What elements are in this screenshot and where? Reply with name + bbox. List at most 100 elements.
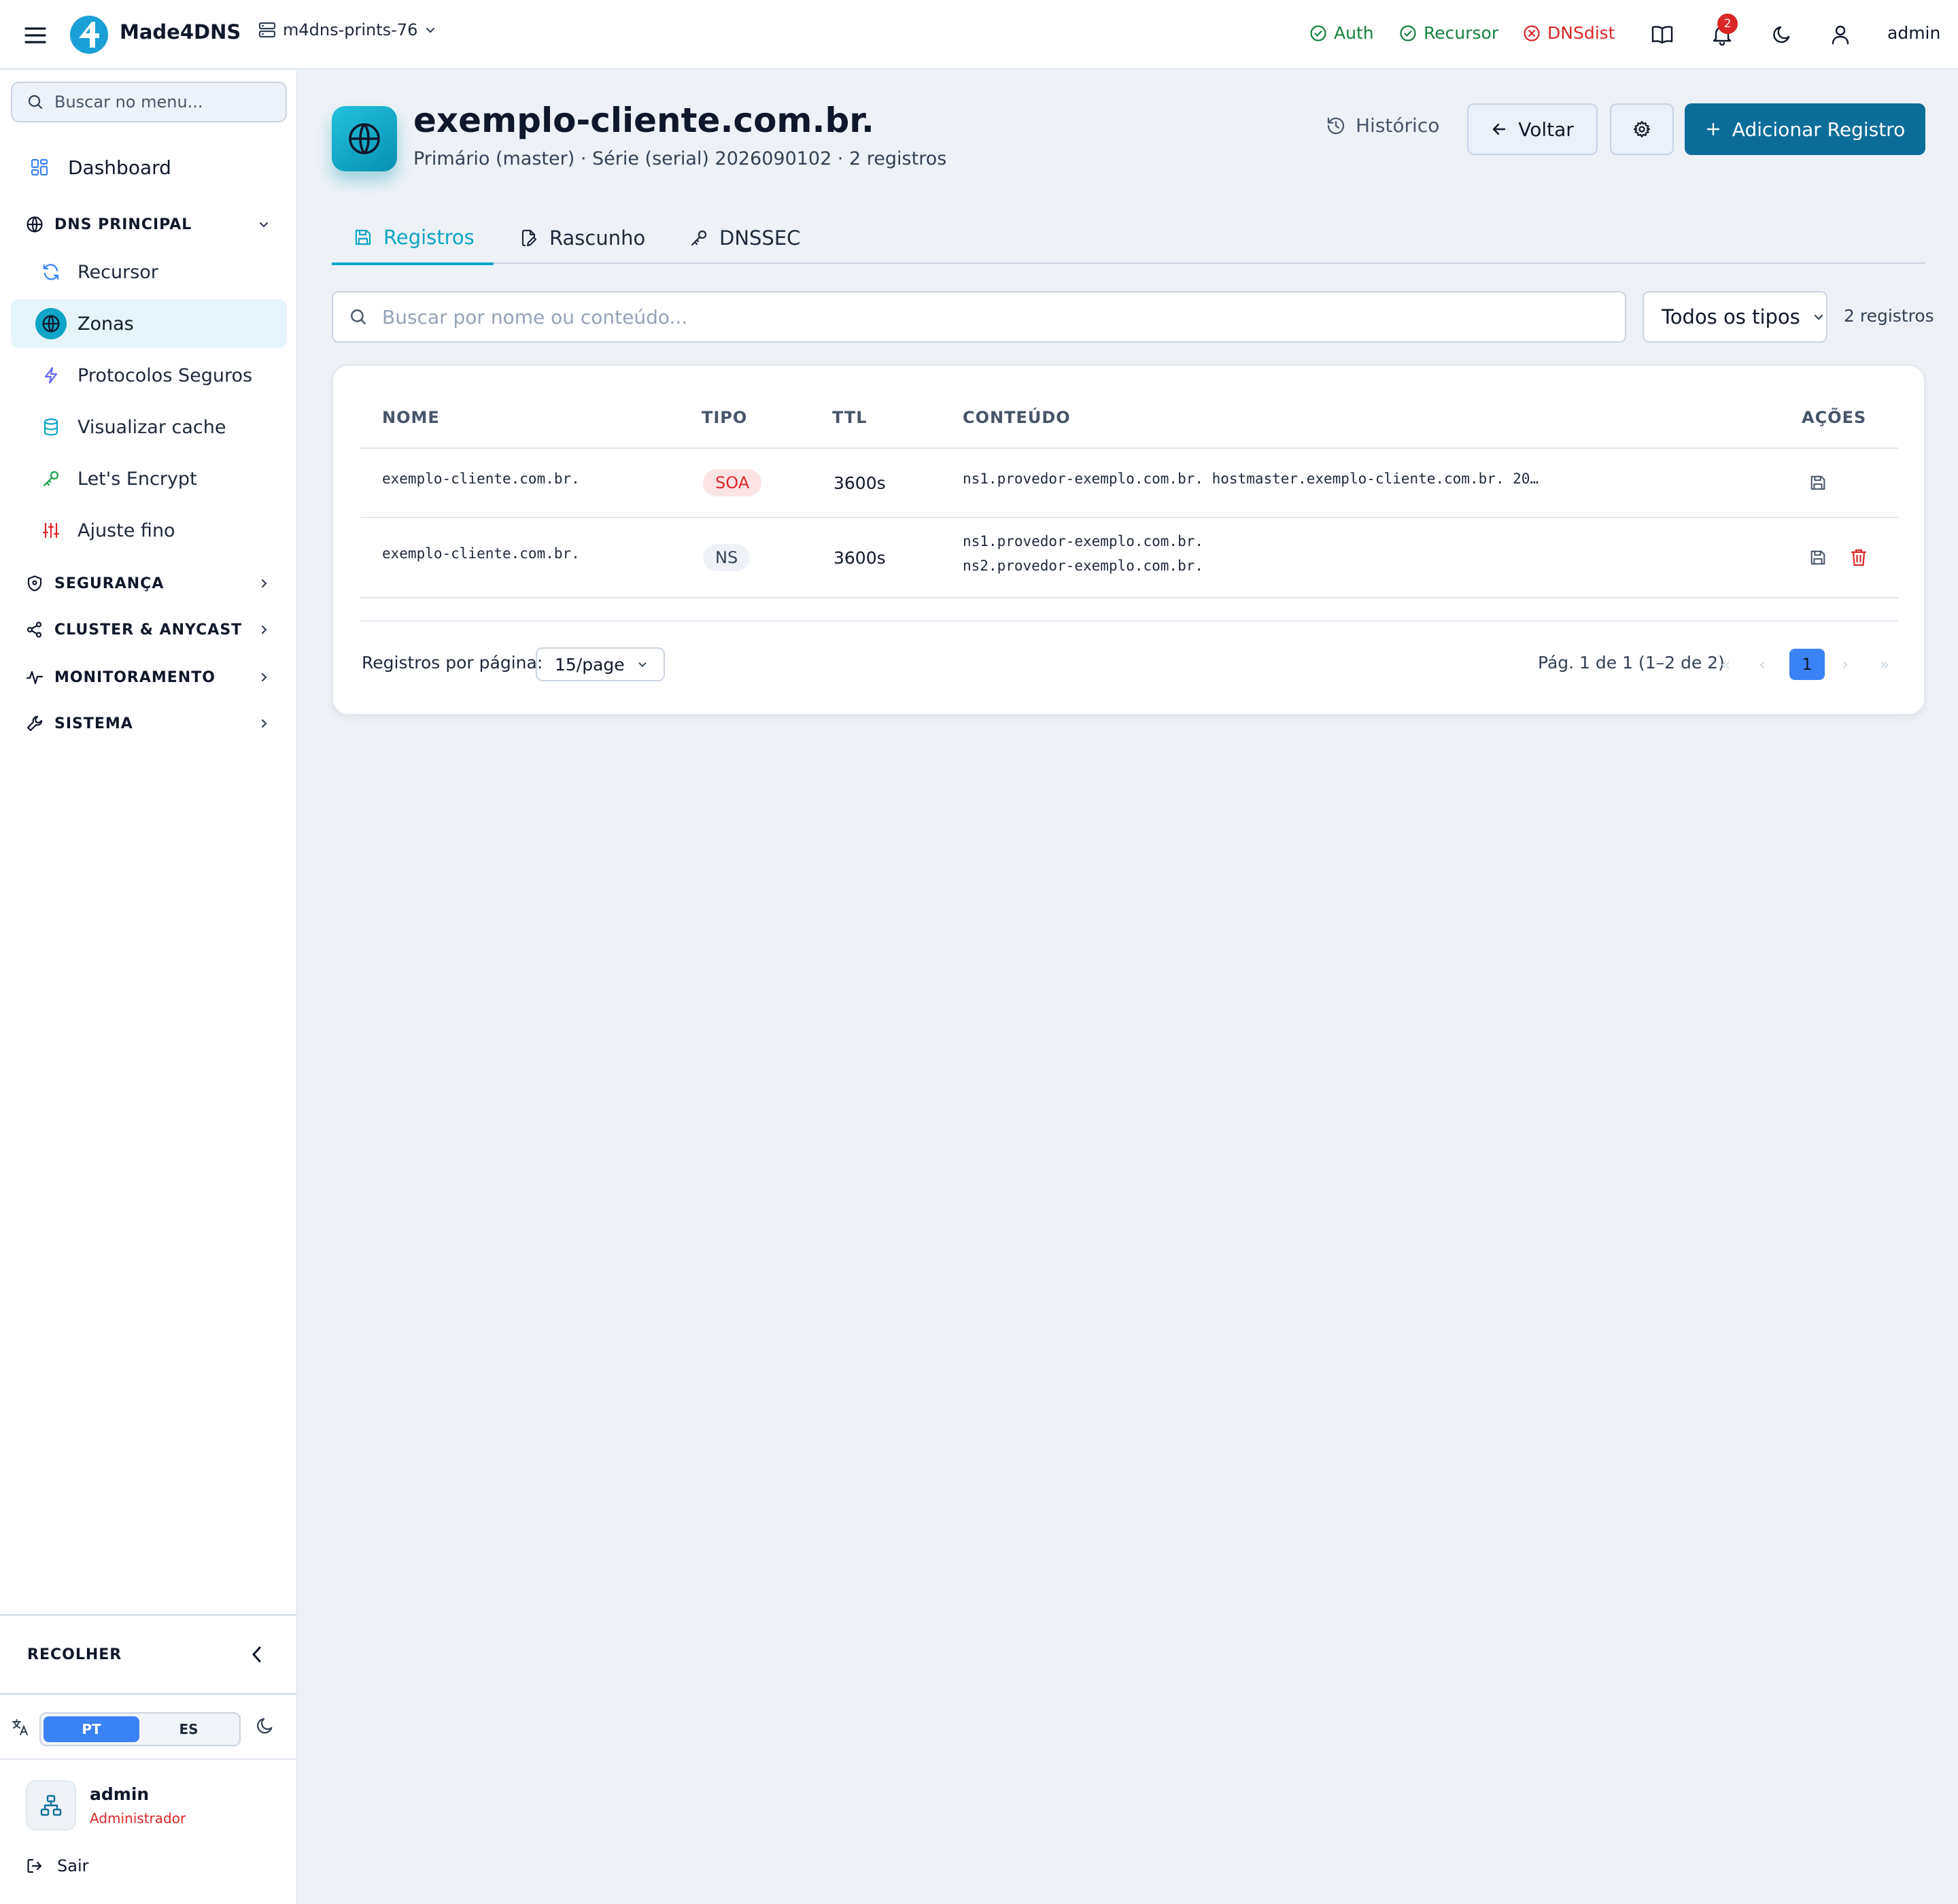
user-icon[interactable] (1826, 20, 1855, 49)
history-button[interactable]: Histórico (1326, 114, 1439, 137)
moon-icon[interactable] (256, 1716, 275, 1735)
add-record-button[interactable]: Adicionar Registro (1685, 103, 1925, 155)
table-row[interactable]: exemplo-cliente.com.br. SOA 3600s ns1.pr… (360, 449, 1898, 518)
file-edit-icon (519, 228, 538, 248)
section-seguranca[interactable]: SEGURANÇA (11, 564, 287, 602)
table-header: NOME TIPO TTL CONTEÚDO AÇÕES (360, 398, 1898, 449)
made4dns-logo-icon (69, 15, 109, 54)
zone-globe-icon (332, 106, 397, 171)
section-sistema[interactable]: SISTEMA (11, 704, 287, 743)
next-page-button[interactable]: › (1827, 649, 1863, 680)
activity-icon (26, 668, 44, 686)
logout-icon (26, 1857, 44, 1875)
language-es-button[interactable]: ES (141, 1716, 237, 1742)
chevron-down-icon (424, 24, 436, 36)
share-nodes-icon (26, 621, 44, 639)
record-type-filter[interactable]: Todos os tipos (1643, 291, 1827, 343)
sidebar: Dashboard DNS PRINCIPAL Recursor Zonas P… (0, 71, 298, 1904)
page-1-button[interactable]: 1 (1789, 649, 1825, 680)
zone-settings-button[interactable] (1610, 103, 1674, 155)
section-dns-principal[interactable]: DNS PRINCIPAL (11, 205, 287, 243)
chevron-right-icon (257, 623, 271, 636)
language-pt-button[interactable]: PT (44, 1716, 139, 1742)
save-record-button[interactable] (1804, 469, 1832, 496)
record-content-line: ns2.provedor-exemplo.com.br. (963, 558, 1204, 574)
sidebar-search-input[interactable] (54, 92, 272, 112)
status-auth[interactable]: Auth (1309, 23, 1374, 43)
search-icon (27, 94, 44, 110)
records-search[interactable] (332, 291, 1626, 343)
record-ttl: 3600s (834, 473, 886, 493)
server-icon (258, 21, 276, 39)
logout-button[interactable]: Sair (26, 1856, 88, 1875)
sidebar-collapse-row: RECOLHER (0, 1614, 296, 1695)
chevron-right-icon (257, 670, 271, 684)
sidebar-search[interactable] (11, 82, 287, 122)
record-type-badge: SOA (703, 469, 762, 496)
table-row[interactable]: exemplo-cliente.com.br. NS 3600s ns1.pro… (360, 518, 1898, 598)
sidebar-item-recursor[interactable]: Recursor (11, 248, 287, 296)
plus-icon (1705, 121, 1721, 137)
tab-rascunho[interactable]: Rascunho (519, 212, 645, 264)
section-cluster-anycast[interactable]: CLUSTER & ANYCAST (11, 611, 287, 649)
section-monitoramento[interactable]: MONITORAMENTO (11, 658, 287, 696)
server-selector[interactable]: m4dns-prints-76 (258, 20, 436, 39)
top-username[interactable]: admin (1887, 23, 1940, 43)
chevron-right-icon (257, 577, 271, 590)
top-bar: Made4DNS m4dns-prints-76 Auth Recursor D… (0, 0, 1958, 69)
sidebar-item-dashboard[interactable]: Dashboard (11, 144, 287, 190)
brand-name: Made4DNS (120, 20, 241, 44)
column-header-acoes: AÇÕES (1802, 408, 1867, 427)
chevron-left-icon[interactable] (249, 1644, 265, 1665)
language-switch: PT ES (39, 1712, 241, 1746)
moon-icon[interactable] (1768, 20, 1796, 49)
back-button[interactable]: Voltar (1467, 103, 1598, 155)
table-divider (360, 620, 1898, 622)
chevron-down-icon (637, 659, 648, 670)
trash-icon[interactable] (1845, 544, 1872, 571)
sidebar-item-protocolos-seguros[interactable]: Protocolos Seguros (11, 351, 287, 400)
check-circle-icon (1399, 24, 1417, 42)
zone-subtitle: Primário (master) · Série (serial) 20260… (413, 148, 947, 169)
save-record-button[interactable] (1804, 544, 1832, 571)
record-name: exemplo-cliente.com.br. (382, 545, 580, 562)
first-page-button[interactable]: « (1708, 649, 1743, 680)
record-content: ns1.provedor-exemplo.com.br. hostmaster.… (963, 471, 1539, 487)
column-header-conteudo[interactable]: CONTEÚDO (963, 408, 1071, 427)
profile-name: admin (90, 1784, 150, 1804)
column-header-ttl[interactable]: TTL (832, 408, 868, 427)
records-search-input[interactable] (382, 305, 1606, 328)
record-content-line: ns1.provedor-exemplo.com.br. (963, 533, 1204, 549)
status-recursor[interactable]: Recursor (1399, 23, 1498, 43)
key-icon (689, 228, 708, 248)
sidebar-item-lets-encrypt[interactable]: Let's Encrypt (11, 454, 287, 503)
record-name: exemplo-cliente.com.br. (382, 471, 580, 487)
shield-icon (26, 575, 44, 592)
prev-page-button[interactable]: ‹ (1745, 649, 1780, 680)
records-count: 2 registros (1844, 306, 1934, 326)
column-header-nome[interactable]: NOME (382, 408, 440, 427)
wrench-icon (26, 715, 44, 732)
last-page-button[interactable]: » (1867, 649, 1902, 680)
sidebar-item-zonas[interactable]: Zonas (11, 299, 287, 348)
sidebar-item-ajuste-fino[interactable]: Ajuste fino (11, 506, 287, 555)
tab-registros[interactable]: Registros (332, 212, 494, 265)
tab-dnssec[interactable]: DNSSEC (689, 212, 800, 264)
collapse-label: RECOLHER (27, 1646, 122, 1663)
sidebar-item-visualizar-cache[interactable]: Visualizar cache (11, 403, 287, 452)
x-circle-icon (1523, 24, 1541, 42)
refresh-icon (35, 256, 67, 288)
bell-icon[interactable]: 2 (1708, 14, 1738, 49)
docs-book-icon[interactable] (1648, 20, 1677, 49)
hamburger-menu-icon[interactable] (22, 22, 49, 49)
globe-icon (26, 216, 44, 233)
search-icon (349, 308, 367, 326)
per-page-select[interactable]: 15/page (536, 647, 665, 681)
check-circle-icon (1309, 24, 1327, 42)
arrow-left-icon (1491, 121, 1507, 137)
column-header-tipo[interactable]: TIPO (702, 408, 747, 427)
per-page-label: Registros por página: (362, 653, 543, 673)
page-info: Pág. 1 de 1 (1–2 de 2) (1538, 653, 1725, 673)
chevron-down-icon (257, 218, 271, 231)
status-dnsdist[interactable]: DNSdist (1523, 23, 1615, 43)
